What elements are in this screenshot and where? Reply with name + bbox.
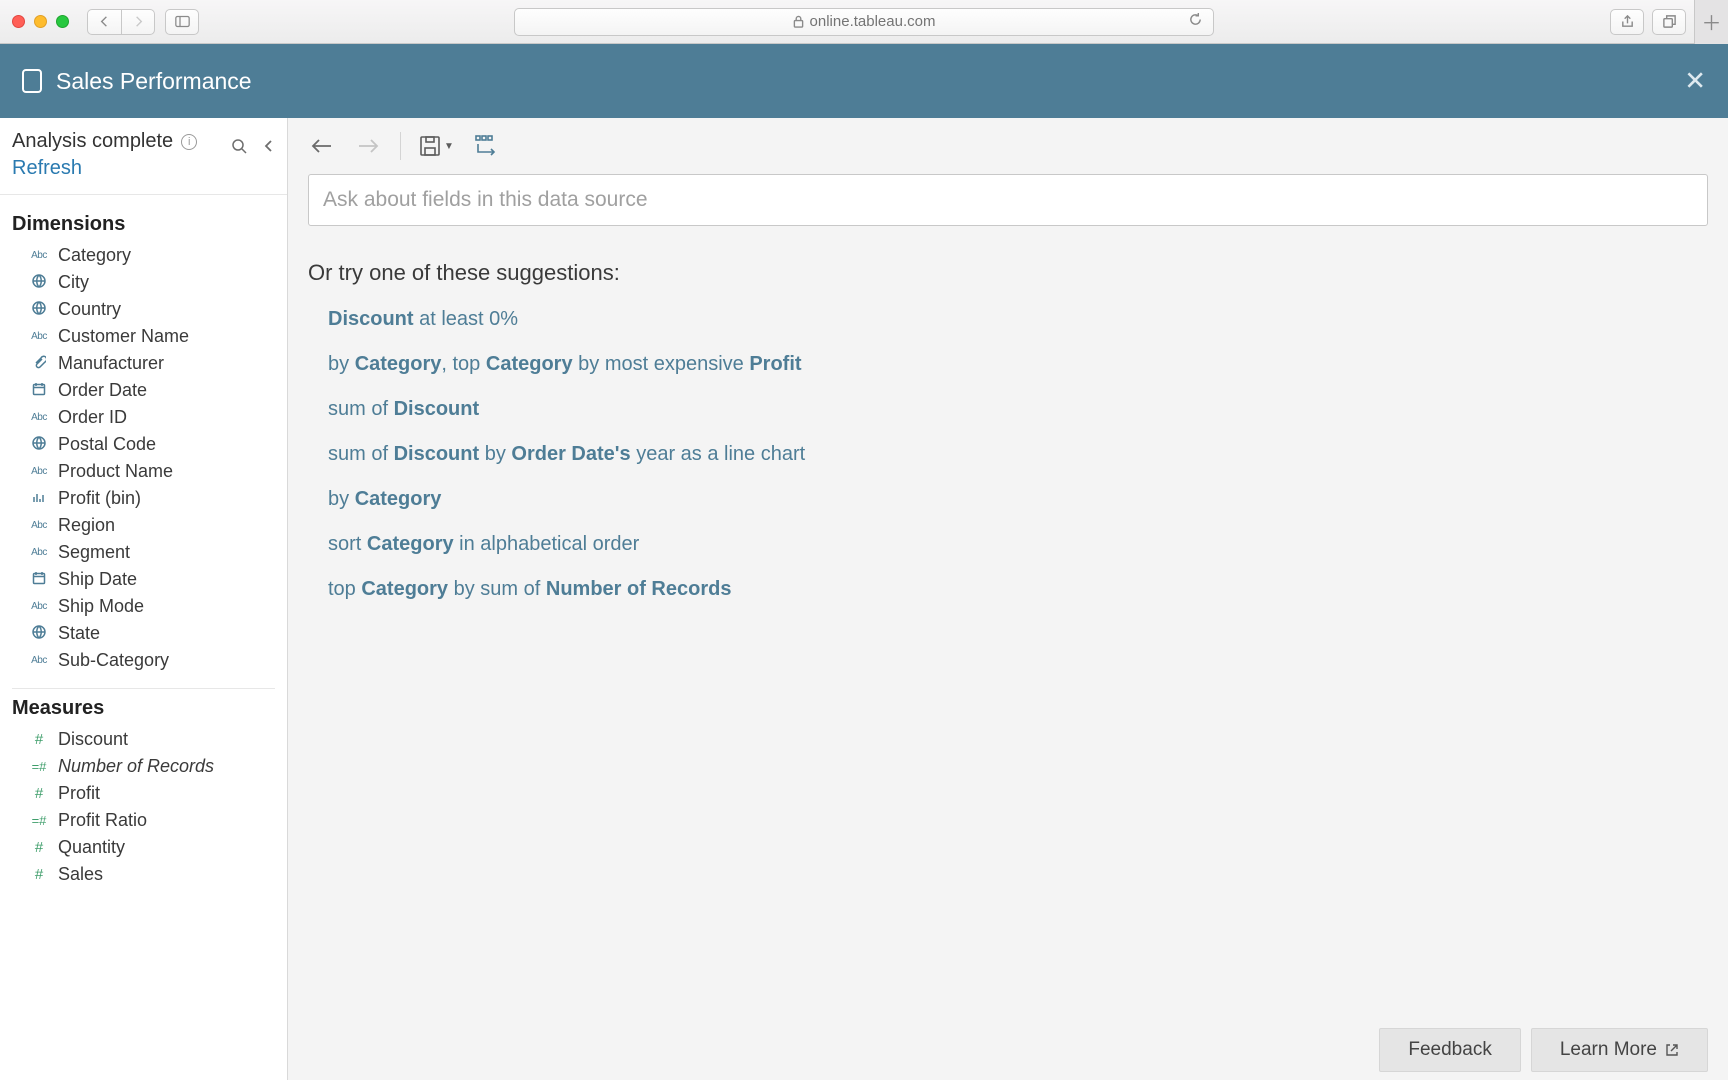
- field-label: Customer Name: [58, 326, 189, 347]
- minimize-window-button[interactable]: [34, 15, 47, 28]
- measures-heading: Measures: [12, 697, 275, 720]
- dimension-field[interactable]: AbcSegment: [12, 539, 275, 566]
- dimension-field[interactable]: Manufacturer: [12, 350, 275, 377]
- datasource-icon: [22, 69, 42, 93]
- page-title: Sales Performance: [56, 68, 252, 95]
- dimension-field[interactable]: Profit (bin): [12, 485, 275, 512]
- browser-forward-button[interactable]: [121, 9, 155, 35]
- main-content: ▼ Or try one of these suggestions: Disco…: [288, 118, 1728, 1080]
- suggestion-item[interactable]: sort Category in alphabetical order: [328, 533, 1708, 556]
- dimension-field[interactable]: AbcCategory: [12, 242, 275, 269]
- dimension-field[interactable]: AbcSub-Category: [12, 647, 275, 674]
- learn-more-label: Learn More: [1560, 1039, 1657, 1061]
- reload-icon[interactable]: [1188, 12, 1203, 31]
- field-label: Postal Code: [58, 434, 156, 455]
- field-label: Ship Date: [58, 569, 137, 590]
- dimension-field[interactable]: Order Date: [12, 377, 275, 404]
- section-divider: [12, 688, 275, 689]
- field-label: Profit: [58, 783, 100, 804]
- field-label: Country: [58, 299, 121, 320]
- dimension-field[interactable]: State: [12, 620, 275, 647]
- field-label: Sub-Category: [58, 650, 169, 671]
- save-button[interactable]: ▼: [419, 135, 454, 157]
- nav-buttons: [87, 9, 155, 35]
- suggestion-item[interactable]: sum of Discount by Order Date's year as …: [328, 443, 1708, 466]
- field-label: Segment: [58, 542, 130, 563]
- swap-viz-button[interactable]: [472, 132, 500, 160]
- field-label: Order ID: [58, 407, 127, 428]
- sidebar-toggle-button[interactable]: [165, 9, 199, 35]
- undo-button[interactable]: [308, 132, 336, 160]
- sidebar-header: Analysis complete i Refresh: [0, 118, 287, 195]
- field-label: Region: [58, 515, 115, 536]
- suggestion-item[interactable]: Discount at least 0%: [328, 308, 1708, 331]
- window-controls: [12, 15, 69, 28]
- address-bar[interactable]: online.tableau.com: [514, 8, 1214, 36]
- dimension-field[interactable]: Postal Code: [12, 431, 275, 458]
- suggestions-heading: Or try one of these suggestions:: [308, 260, 1708, 286]
- field-label: Ship Mode: [58, 596, 144, 617]
- dimension-field[interactable]: AbcRegion: [12, 512, 275, 539]
- info-icon[interactable]: i: [181, 134, 197, 150]
- dimension-field[interactable]: City: [12, 269, 275, 296]
- measure-field[interactable]: =#Profit Ratio: [12, 807, 275, 834]
- field-label: Profit Ratio: [58, 810, 147, 831]
- suggestion-item[interactable]: by Category, top Category by most expens…: [328, 353, 1708, 376]
- url-host: online.tableau.com: [810, 13, 936, 30]
- field-label: Category: [58, 245, 131, 266]
- measure-field[interactable]: #Discount: [12, 726, 275, 753]
- learn-more-button[interactable]: Learn More: [1531, 1028, 1708, 1072]
- dimension-field[interactable]: AbcOrder ID: [12, 404, 275, 431]
- close-window-button[interactable]: [12, 15, 25, 28]
- analysis-status: Analysis complete: [12, 130, 173, 153]
- field-label: Product Name: [58, 461, 173, 482]
- dimension-field[interactable]: Ship Date: [12, 566, 275, 593]
- feedback-button[interactable]: Feedback: [1379, 1028, 1520, 1072]
- dimension-field[interactable]: AbcProduct Name: [12, 458, 275, 485]
- dimension-field[interactable]: AbcShip Mode: [12, 593, 275, 620]
- fields-sidebar: Analysis complete i Refresh Dimensions A…: [0, 118, 288, 1080]
- ask-data-field[interactable]: [323, 188, 1693, 212]
- app-header: Sales Performance ✕: [0, 44, 1728, 118]
- refresh-link[interactable]: Refresh: [12, 157, 82, 180]
- dimension-field[interactable]: Country: [12, 296, 275, 323]
- field-label: Manufacturer: [58, 353, 164, 374]
- suggestion-item[interactable]: top Category by sum of Number of Records: [328, 578, 1708, 601]
- close-button[interactable]: ✕: [1684, 66, 1706, 97]
- search-icon[interactable]: [231, 138, 247, 159]
- field-label: City: [58, 272, 89, 293]
- measure-field[interactable]: #Quantity: [12, 834, 275, 861]
- measure-field[interactable]: =#Number of Records: [12, 753, 275, 780]
- suggestion-item[interactable]: by Category: [328, 488, 1708, 511]
- field-label: Order Date: [58, 380, 147, 401]
- tabs-button[interactable]: [1652, 9, 1686, 35]
- suggestion-item[interactable]: sum of Discount: [328, 398, 1708, 421]
- field-label: Quantity: [58, 837, 125, 858]
- toolbar-separator: [400, 132, 401, 160]
- browser-back-button[interactable]: [87, 9, 121, 35]
- collapse-sidebar-icon[interactable]: [263, 138, 275, 159]
- dimension-field[interactable]: AbcCustomer Name: [12, 323, 275, 350]
- field-label: Profit (bin): [58, 488, 141, 509]
- measure-field[interactable]: #Sales: [12, 861, 275, 888]
- field-label: Number of Records: [58, 756, 214, 777]
- browser-toolbar: online.tableau.com ＋: [0, 0, 1728, 44]
- dimensions-heading: Dimensions: [12, 213, 275, 236]
- field-label: Sales: [58, 864, 103, 885]
- field-label: Discount: [58, 729, 128, 750]
- caret-down-icon: ▼: [444, 141, 454, 152]
- feedback-label: Feedback: [1408, 1039, 1491, 1061]
- maximize-window-button[interactable]: [56, 15, 69, 28]
- ask-data-input[interactable]: [308, 174, 1708, 226]
- measure-field[interactable]: #Profit: [12, 780, 275, 807]
- new-tab-button[interactable]: ＋: [1694, 0, 1728, 44]
- redo-button[interactable]: [354, 132, 382, 160]
- field-label: State: [58, 623, 100, 644]
- ask-toolbar: ▼: [288, 118, 1728, 174]
- share-button[interactable]: [1610, 9, 1644, 35]
